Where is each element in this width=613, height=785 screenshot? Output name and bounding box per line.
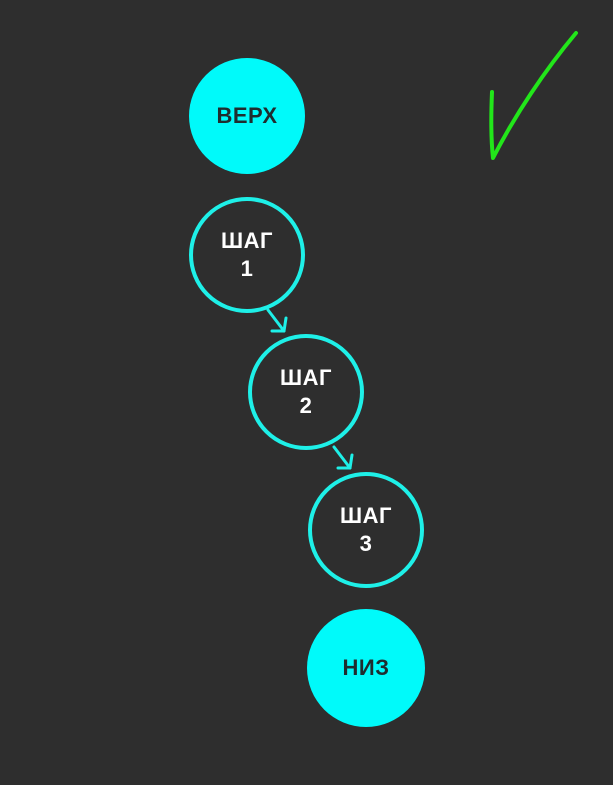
step-3-number: 3 bbox=[359, 531, 373, 556]
step-3-title: ШАГ bbox=[340, 503, 392, 528]
step-1-node: ШАГ 1 bbox=[189, 197, 305, 313]
step-2-node: ШАГ 2 bbox=[248, 334, 364, 450]
step-2-title: ШАГ bbox=[280, 365, 332, 390]
bottom-node-label: НИЗ bbox=[342, 655, 390, 680]
step-1-title: ШАГ bbox=[221, 228, 273, 253]
bottom-node: НИЗ bbox=[307, 609, 425, 727]
arrow-step1-to-step2 bbox=[266, 308, 288, 333]
top-node-label: ВЕРХ bbox=[216, 103, 278, 128]
step-3-node: ШАГ 3 bbox=[308, 472, 424, 588]
top-node: ВЕРХ bbox=[189, 58, 305, 174]
step-1-number: 1 bbox=[240, 256, 254, 281]
checkmark-icon bbox=[489, 31, 578, 160]
step-2-number: 2 bbox=[299, 393, 313, 418]
arrow-step2-to-step3 bbox=[332, 445, 354, 470]
